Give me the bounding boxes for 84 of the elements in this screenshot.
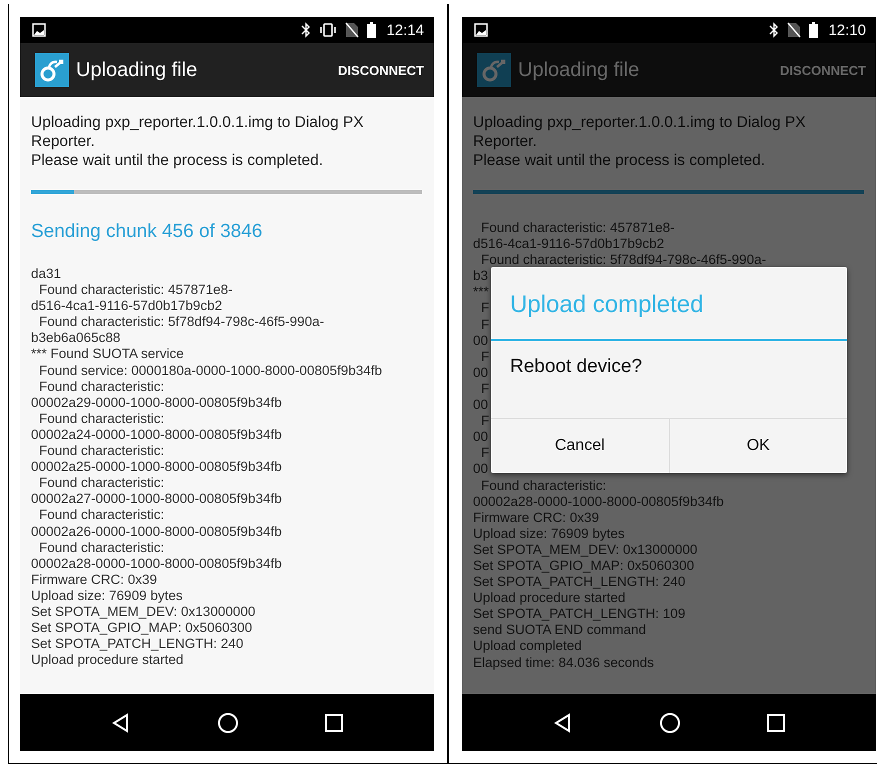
wait-note: Please wait until the process is completed.	[31, 151, 324, 170]
log-line: *** Found SUOTA service	[31, 346, 184, 363]
screen-title: Uploading file	[518, 58, 640, 82]
log-line: F	[480, 445, 490, 462]
home-icon[interactable]	[217, 712, 239, 734]
dialog-button[interactable]: OK	[668, 419, 847, 473]
log-line: Found characteristic: 457871e8-	[38, 282, 233, 298]
back-icon[interactable]	[553, 712, 573, 732]
log-line: da31	[31, 266, 62, 282]
log-line: 00002a27-0000-1000-8000-00805f9b34fb	[31, 491, 282, 508]
app-logo-icon	[35, 53, 69, 87]
log-line: Found characteristic:	[38, 443, 164, 460]
log-line: Set SPOTA_PATCH_LENGTH: 240	[473, 574, 686, 590]
log-line: Set SPOTA_PATCH_LENGTH: 240	[31, 636, 244, 652]
screen-title: Uploading file	[76, 58, 198, 82]
log-line: 00002a24-0000-1000-8000-00805f9b34fb	[31, 426, 282, 444]
clock-time: 12:14	[386, 22, 424, 38]
bluetooth-icon	[301, 22, 312, 38]
log-line: 00002a28-0000-1000-8000-00805f9b34fb	[31, 556, 282, 572]
log-line: 00002a28-0000-1000-8000-00805f9b34fb	[473, 494, 724, 510]
log-line: Upload procedure started	[473, 590, 626, 606]
dialog-message: Reboot device?	[509, 355, 644, 379]
log-line: d516-4ca1-9116-57d0b17b9cb2	[473, 236, 664, 252]
log-line: Set SPOTA_PATCH_LENGTH: 109	[473, 606, 686, 622]
upload-message: Uploading pxp_reporter.1.0.0.1.img to Dialog PX Reporter.	[473, 113, 807, 151]
wait-note: Please wait until the process is completed.	[473, 151, 766, 170]
log-line: Upload completed	[473, 638, 582, 655]
log-line: Found characteristic:	[38, 475, 164, 492]
log-line: Found characteristic:	[480, 478, 606, 494]
recents-icon[interactable]	[325, 714, 343, 732]
log-line: send SUOTA END command	[473, 622, 646, 638]
log-line: F	[480, 300, 490, 317]
dialog-title: Upload completed	[491, 267, 847, 341]
clock-time: 12:10	[828, 22, 866, 38]
log-line: Found service: 0000180a-0000-1000-8000-00805f9b34fb	[38, 362, 382, 379]
log-line: 00002a29-0000-1000-8000-00805f9b34fb	[31, 394, 282, 411]
log-line: 00002a25-0000-1000-8000-00805f9b34fb	[31, 459, 282, 476]
log-line: Firmware CRC: 0x39	[473, 510, 600, 526]
log-line: Set SPOTA_MEM_DEV: 0x13000000	[31, 604, 256, 620]
vibrate-icon	[319, 23, 338, 37]
log-line: b3eb6a065c88	[31, 330, 120, 346]
log-line: Set SPOTA_GPIO_MAP: 0x5060300	[31, 620, 252, 636]
image-icon	[474, 23, 488, 37]
home-icon[interactable]	[659, 712, 681, 734]
log-line: 00	[473, 461, 488, 478]
log-line: F	[480, 380, 490, 398]
log-line: 00	[473, 429, 488, 446]
log-line: ***	[473, 284, 489, 300]
log-line: Found characteristic: 457871e8-	[480, 220, 675, 236]
app-logo-icon	[477, 53, 511, 87]
log-line: Found characteristic: 5f78df94-798c-46f5-990a-	[480, 252, 766, 268]
log-line: 00	[473, 397, 488, 414]
log-line: Upload size: 76909 bytes	[473, 526, 625, 542]
dialog-button[interactable]: Cancel	[491, 419, 668, 473]
log-line: F	[480, 348, 490, 365]
log-line: Set SPOTA_MEM_DEV: 0x13000000	[473, 542, 698, 558]
log-line: b3	[473, 268, 488, 284]
no-sim-icon	[787, 22, 802, 38]
log-line: 00	[473, 364, 488, 381]
log-line: Found characteristic:	[38, 378, 164, 395]
bluetooth-icon	[769, 22, 780, 38]
recents-icon[interactable]	[767, 714, 785, 732]
log-line: F	[480, 316, 490, 333]
log-line: Elapsed time: 84.036 seconds	[473, 654, 654, 671]
no-sim-icon	[345, 22, 360, 38]
disconnect-button[interactable]: DISCONNECT	[338, 58, 424, 82]
log-line: Found characteristic: 5f78df94-798c-46f5-990a-	[38, 314, 324, 330]
log-line: Upload procedure started	[31, 652, 184, 668]
battery-icon	[809, 22, 818, 38]
upload-message: Uploading pxp_reporter.1.0.0.1.img to Dialog PX Reporter.	[31, 113, 365, 151]
battery-icon	[367, 22, 376, 38]
image-icon	[32, 23, 46, 37]
log-line: Upload size: 76909 bytes	[31, 588, 183, 604]
log-line: d516-4ca1-9116-57d0b17b9cb2	[31, 298, 222, 314]
log-line: 00	[473, 332, 488, 349]
log-line: 00002a26-0000-1000-8000-00805f9b34fb	[31, 524, 282, 540]
progress-status: Sending chunk 456 of 3846	[31, 221, 264, 243]
log-line: Found characteristic:	[38, 507, 164, 524]
log-line: Set SPOTA_GPIO_MAP: 0x5060300	[473, 558, 694, 574]
log-line: F	[480, 413, 490, 430]
log-line: Firmware CRC: 0x39	[31, 572, 158, 588]
back-icon[interactable]	[111, 712, 131, 732]
log-line: Found characteristic:	[38, 410, 164, 427]
log-line: Found characteristic:	[38, 540, 164, 556]
